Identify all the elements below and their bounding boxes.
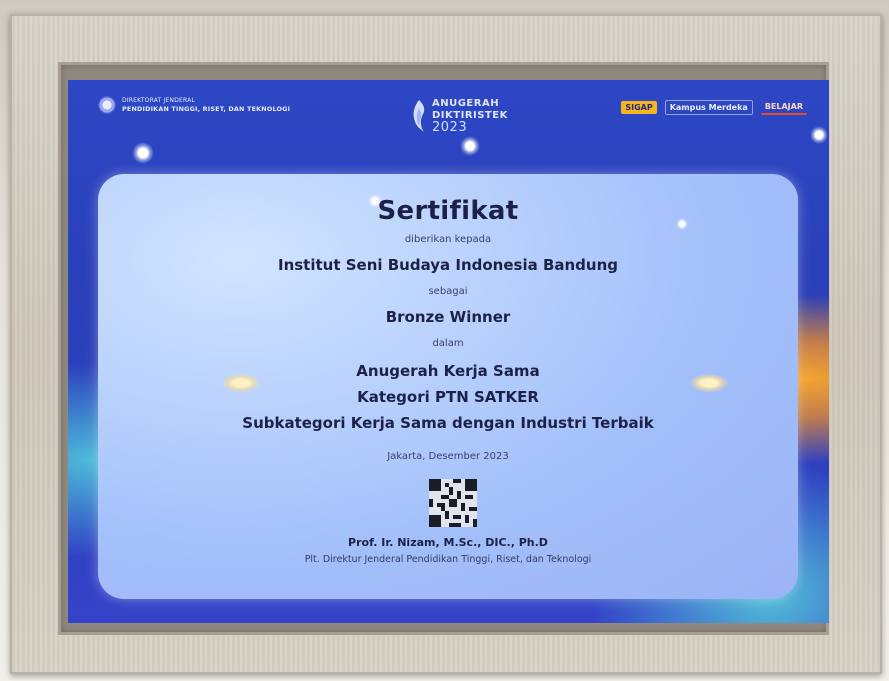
event-logo-text: ANUGERAH DIKTIRISTEK 2023 [432,98,508,134]
partner-logo-belajar: BELAJAR [760,100,807,115]
event-logo: ANUGERAH DIKTIRISTEK 2023 [410,98,508,134]
ministry-logo: DIREKTORAT JENDERAL PENDIDIKAN TINGGI, R… [98,96,290,114]
ministry-text: DIREKTORAT JENDERAL PENDIDIKAN TINGGI, R… [122,97,290,113]
flame-emblem-icon [413,100,425,132]
as-label: sebagai [428,286,468,297]
display-screen: DIREKTORAT JENDERAL PENDIDIKAN TINGGI, R… [68,80,829,623]
subcategory-name: Subkategori Kerja Sama dengan Industri T… [242,414,654,432]
category-name: Kategori PTN SATKER [357,388,539,406]
program-name: Anugerah Kerja Sama [356,362,540,380]
ceiling-light-reflection [460,136,480,156]
place-date: Jakarta, Desember 2023 [387,451,509,462]
partner-logos: SIGAP Kampus Merdeka BELAJAR [621,100,807,115]
qr-code-icon [429,479,477,527]
header-bar: DIREKTORAT JENDERAL PENDIDIKAN TINGGI, R… [68,80,829,154]
photo-scene: DIREKTORAT JENDERAL PENDIDIKAN TINGGI, R… [0,0,889,681]
signer-title: Plt. Direktur Jenderal Pendidikan Tinggi… [304,554,592,565]
ceiling-light-reflection [810,126,828,144]
partner-logo-sigap: SIGAP [621,101,657,114]
ceiling-light-reflection [132,142,154,164]
award-name: Bronze Winner [385,308,511,326]
recipient-name: Institut Seni Budaya Indonesia Bandung [277,256,619,274]
ministry-emblem-icon [98,96,116,114]
signer-name: Prof. Ir. Nizam, M.Sc., DIC., Ph.D [348,536,548,549]
event-year: 2023 [432,120,468,135]
event-line1: ANUGERAH [432,98,500,109]
in-label: dalam [432,338,464,349]
ministry-line1: DIREKTORAT JENDERAL [122,97,195,104]
partner-logo-kampus-merdeka: Kampus Merdeka [664,100,753,115]
certificate-card: Sertifikat diberikan kepada Institut Sen… [98,174,798,599]
ministry-line2: PENDIDIKAN TINGGI, RISET, DAN TEKNOLOGI [122,105,291,113]
given-to-label: diberikan kepada [404,234,492,245]
certificate-title: Sertifikat [377,196,519,226]
